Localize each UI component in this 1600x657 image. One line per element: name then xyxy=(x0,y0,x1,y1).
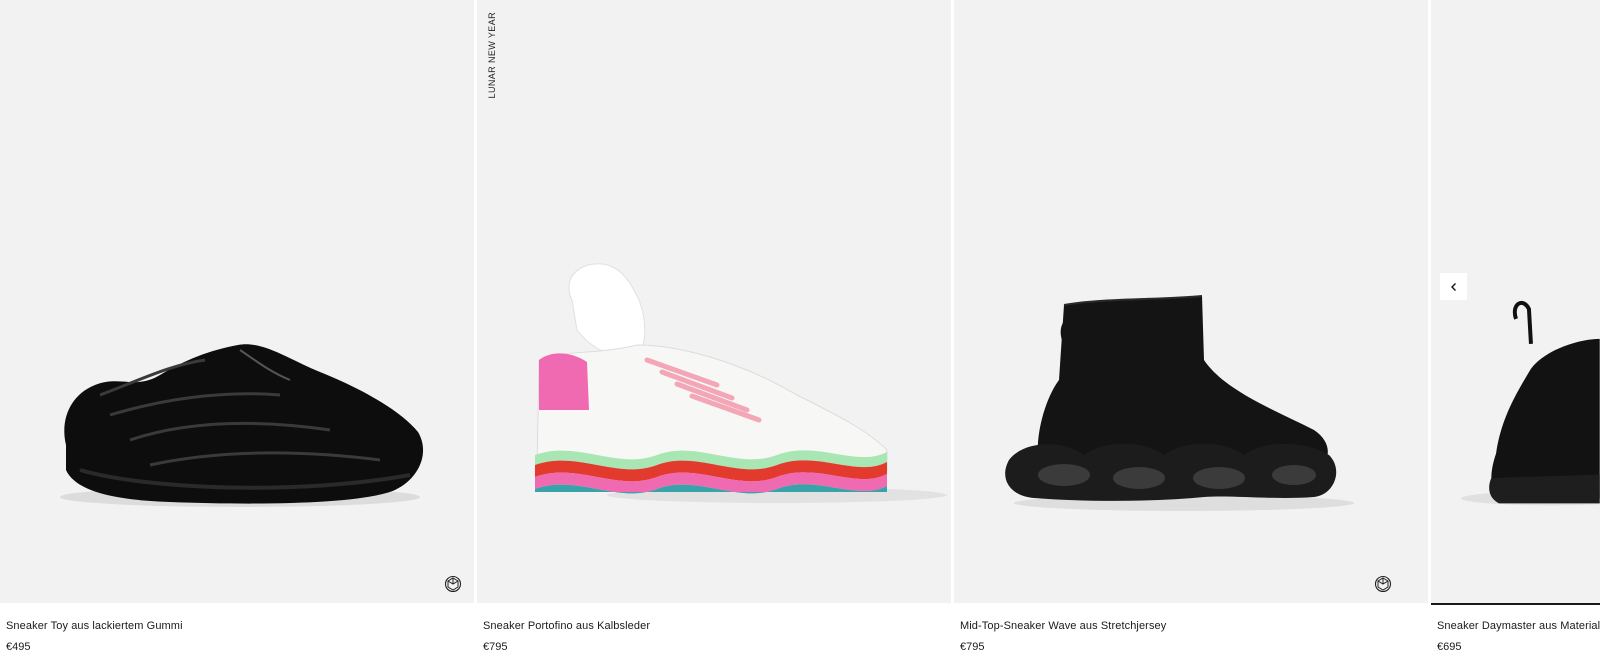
product-image-area[interactable] xyxy=(0,0,474,603)
product-card[interactable]: LUNAR NEW YEAR Sneaker Portofino aus Kal… xyxy=(477,0,951,657)
product-image xyxy=(1461,300,1600,506)
product-price: €795 xyxy=(483,641,508,653)
product-price: €795 xyxy=(960,641,985,653)
product-image-area[interactable]: LUNAR NEW YEAR xyxy=(477,0,951,603)
360-view-icon[interactable] xyxy=(1374,575,1392,593)
product-card[interactable]: Mid-Top-Sneaker Wave aus Stretchjersey €… xyxy=(954,0,1428,657)
product-image-area[interactable] xyxy=(1431,0,1600,605)
360-view-icon[interactable] xyxy=(444,575,462,593)
product-name[interactable]: Mid-Top-Sneaker Wave aus Stretchjersey xyxy=(960,620,1166,632)
product-card[interactable]: Sneaker Toy aus lackiertem Gummi €495 xyxy=(0,0,474,657)
product-name[interactable]: Sneaker Portofino aus Kalbsleder xyxy=(483,620,650,632)
chevron-left-icon xyxy=(1450,282,1456,291)
product-image-area[interactable] xyxy=(954,0,1428,603)
carousel-prev-button[interactable] xyxy=(1440,273,1467,300)
product-card[interactable]: Sneaker Daymaster aus Materialm €695 xyxy=(1431,0,1600,657)
product-image xyxy=(535,263,947,503)
product-image xyxy=(1005,295,1354,511)
product-price: €695 xyxy=(1437,641,1462,653)
product-name[interactable]: Sneaker Daymaster aus Materialm xyxy=(1437,620,1600,632)
product-price: €495 xyxy=(6,641,31,653)
product-carousel: Sneaker Toy aus lackiertem Gummi €495 LU… xyxy=(0,0,1600,657)
product-name[interactable]: Sneaker Toy aus lackiertem Gummi xyxy=(6,620,183,632)
product-image xyxy=(60,344,424,507)
